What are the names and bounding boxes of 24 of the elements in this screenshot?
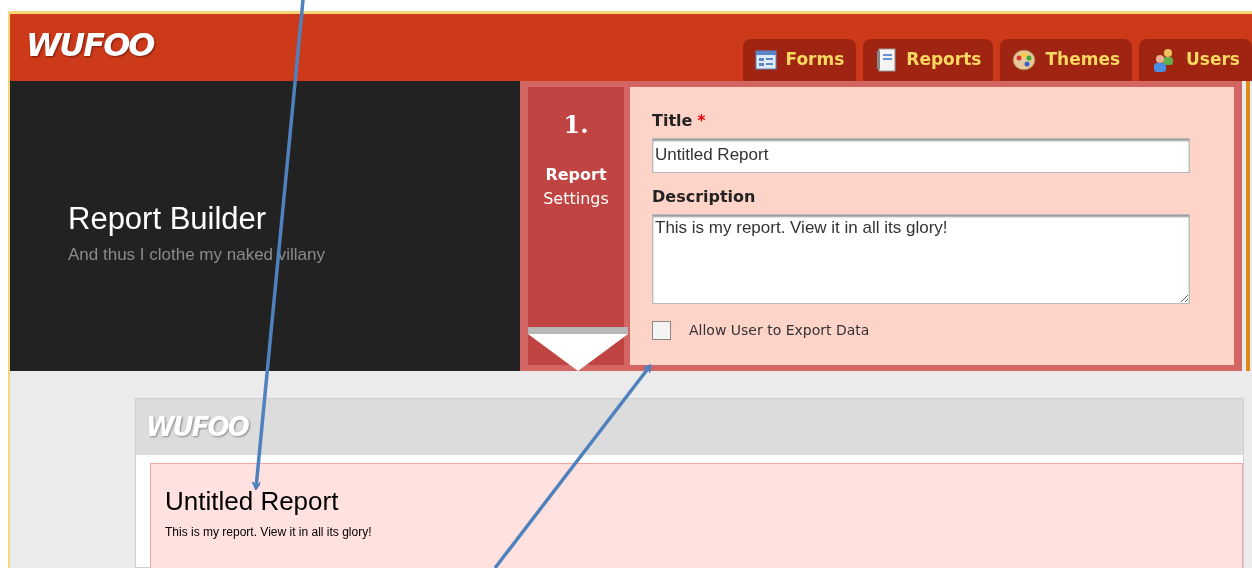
description-field[interactable]: This is my report. View it in all its glory! xyxy=(652,213,1190,304)
step-title: Report xyxy=(545,163,607,186)
logo[interactable]: WUFOO xyxy=(26,21,154,70)
report-description: This is my report. View it in all its glory! xyxy=(165,524,373,541)
page-title: Report Builder xyxy=(68,199,268,238)
form-icon xyxy=(754,49,777,70)
page-subtitle: And thus I clothe my naked villany xyxy=(68,244,327,267)
nav-tab[interactable]: Users xyxy=(1139,38,1252,81)
field-label: Description xyxy=(652,185,757,208)
logo: WUFOO xyxy=(146,410,248,444)
nav-tab[interactable]: Reports xyxy=(863,38,994,81)
palette-icon xyxy=(1012,48,1037,71)
notebook-icon xyxy=(875,47,898,72)
title-field[interactable]: Untitled Report xyxy=(652,137,1190,173)
checkbox-label: Allow User to Export Data xyxy=(689,320,870,340)
required-mark: * xyxy=(697,110,706,132)
step-pointer-icon xyxy=(528,327,628,371)
step-number: 1. xyxy=(563,108,589,141)
nav-tab[interactable]: Themes xyxy=(1000,38,1133,81)
field-label: Title xyxy=(652,109,693,132)
nav-tab[interactable]: Forms xyxy=(742,38,857,81)
checkbox[interactable] xyxy=(652,320,671,340)
report-title: Untitled Report xyxy=(165,485,340,518)
step-subtitle: Settings xyxy=(543,187,609,210)
